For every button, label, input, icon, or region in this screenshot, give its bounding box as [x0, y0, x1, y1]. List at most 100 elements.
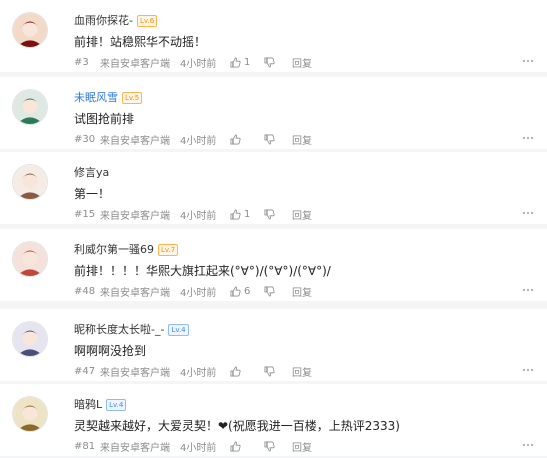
more-button[interactable]	[521, 131, 535, 145]
more-icon	[523, 369, 525, 371]
avatar[interactable]	[12, 321, 48, 357]
user-info: 修言ya	[74, 165, 109, 181]
avatar-image	[13, 165, 47, 199]
dislike-button[interactable]	[264, 209, 292, 220]
more-icon	[523, 289, 525, 291]
like-button[interactable]	[230, 365, 264, 377]
floor-number: #3	[74, 56, 89, 68]
more-button[interactable]	[521, 363, 535, 377]
comment-meta: #3 来自安卓客户端 4小时前 1 回复	[74, 55, 312, 70]
avatar[interactable]	[12, 164, 48, 200]
avatar[interactable]	[12, 396, 48, 432]
reply-button[interactable]: 回复	[292, 284, 312, 299]
floor-number: #47	[74, 365, 96, 377]
thumbs-up-icon	[230, 285, 241, 296]
thumbs-down-icon	[264, 134, 275, 145]
floor-number: #48	[74, 285, 96, 297]
like-button[interactable]: 1	[230, 57, 264, 68]
level-badge: Lv.6	[136, 15, 158, 27]
user-name[interactable]: 暗鸦L	[74, 398, 102, 412]
dislike-button[interactable]	[264, 366, 292, 377]
more-button[interactable]	[521, 438, 535, 452]
dislike-button[interactable]	[264, 57, 292, 68]
avatar-image	[13, 90, 47, 124]
reply-button[interactable]: 回复	[292, 364, 312, 379]
post-time: 4小时前	[180, 210, 217, 222]
like-button[interactable]: 6	[230, 286, 264, 297]
avatar[interactable]	[12, 241, 48, 277]
comment-card: 修言ya 第一！ #15 来自安卓客户端 4小时前 1 回复	[0, 152, 547, 224]
client-source: 来自安卓客户端	[100, 287, 170, 299]
reply-button[interactable]: 回复	[292, 207, 312, 222]
thumbs-up-icon	[230, 365, 241, 376]
comment-meta: #81 来自安卓客户端 4小时前 回复	[74, 439, 312, 454]
dislike-button[interactable]	[264, 134, 292, 145]
post-time: 4小时前	[180, 287, 217, 299]
user-info: 暗鸦L Lv.4	[74, 397, 127, 413]
comment-text: 啊啊啊没抢到	[74, 344, 147, 358]
comment-card: 昵称长度太长啦-_- Lv.4 啊啊啊没抢到 #47 来自安卓客户端 4小时前 …	[0, 309, 547, 381]
comment-card: 暗鸦L Lv.4 灵契越来越好，大爱灵契！❤(祝愿我进一百楼，上热评2333) …	[0, 384, 547, 456]
client-source: 来自安卓客户端	[100, 135, 170, 147]
user-info: 利威尔第一骚69 Lv.7	[74, 242, 179, 258]
floor-number: #81	[74, 440, 96, 452]
more-button[interactable]	[521, 206, 535, 220]
thumbs-down-icon	[264, 366, 275, 377]
floor-number: #30	[74, 133, 96, 145]
client-source: 来自安卓客户端	[100, 442, 170, 454]
client-source: 来自安卓客户端	[100, 210, 170, 222]
comment-text: 前排！！！！华熙大旗扛起来(°∀°)/(°∀°)/(°∀°)/	[74, 264, 331, 278]
floor-number: #15	[74, 208, 96, 220]
more-button[interactable]	[521, 54, 535, 68]
comment-text: 灵契越来越好，大爱灵契！❤(祝愿我进一百楼，上热评2333)	[74, 419, 400, 433]
like-button[interactable]	[230, 133, 264, 145]
client-source: 来自安卓客户端	[100, 367, 170, 379]
like-count: 1	[244, 56, 251, 68]
user-info: 血雨你探花- Lv.6	[74, 13, 158, 29]
thumbs-down-icon	[264, 286, 275, 297]
level-badge: Lv.4	[106, 399, 127, 411]
avatar[interactable]	[12, 12, 48, 48]
reply-button[interactable]: 回复	[292, 132, 312, 147]
more-button[interactable]	[521, 283, 535, 297]
thumbs-up-icon	[230, 208, 241, 219]
comment-card: 血雨你探花- Lv.6 前排！站稳熙华不动摇！ #3 来自安卓客户端 4小时前 …	[0, 0, 547, 72]
thumbs-up-icon	[230, 440, 241, 451]
post-time: 4小时前	[180, 442, 217, 454]
level-badge: Lv.7	[158, 244, 179, 256]
avatar-image	[13, 13, 47, 47]
thumbs-down-icon	[264, 441, 275, 452]
avatar-image	[13, 397, 47, 431]
user-name[interactable]: 未眠风雪	[74, 91, 118, 105]
user-name[interactable]: 利威尔第一骚69	[74, 243, 154, 257]
user-name[interactable]: 昵称长度太长啦-_-	[74, 323, 164, 337]
user-name[interactable]: 血雨你探花-	[74, 14, 133, 28]
user-name[interactable]: 修言ya	[74, 166, 109, 180]
more-icon	[523, 137, 525, 139]
comment-meta: #47 来自安卓客户端 4小时前 回复	[74, 364, 312, 379]
comment-text: 试图抢前排	[74, 112, 135, 126]
comment-meta: #15 来自安卓客户端 4小时前 1 回复	[74, 207, 312, 222]
thumbs-up-icon	[230, 133, 241, 144]
like-button[interactable]	[230, 440, 264, 452]
user-info: 未眠风雪 Lv.5	[74, 90, 143, 106]
reply-button[interactable]: 回复	[292, 439, 312, 454]
level-badge: Lv.5	[122, 92, 143, 104]
comment-text: 第一！	[74, 187, 111, 201]
thumbs-down-icon	[264, 57, 275, 68]
dislike-button[interactable]	[264, 286, 292, 297]
comment-text: 前排！站稳熙华不动摇！	[74, 35, 207, 49]
avatar-image	[13, 322, 47, 356]
like-count: 6	[244, 285, 251, 297]
dislike-button[interactable]	[264, 441, 292, 452]
avatar[interactable]	[12, 89, 48, 125]
more-icon	[523, 60, 525, 62]
client-source: 来自安卓客户端	[100, 58, 170, 70]
thumbs-up-icon	[230, 56, 241, 67]
more-icon	[523, 444, 525, 446]
thumbs-down-icon	[264, 209, 275, 220]
avatar-image	[13, 242, 47, 276]
reply-button[interactable]: 回复	[292, 55, 312, 70]
like-button[interactable]: 1	[230, 209, 264, 220]
post-time: 4小时前	[180, 367, 217, 379]
